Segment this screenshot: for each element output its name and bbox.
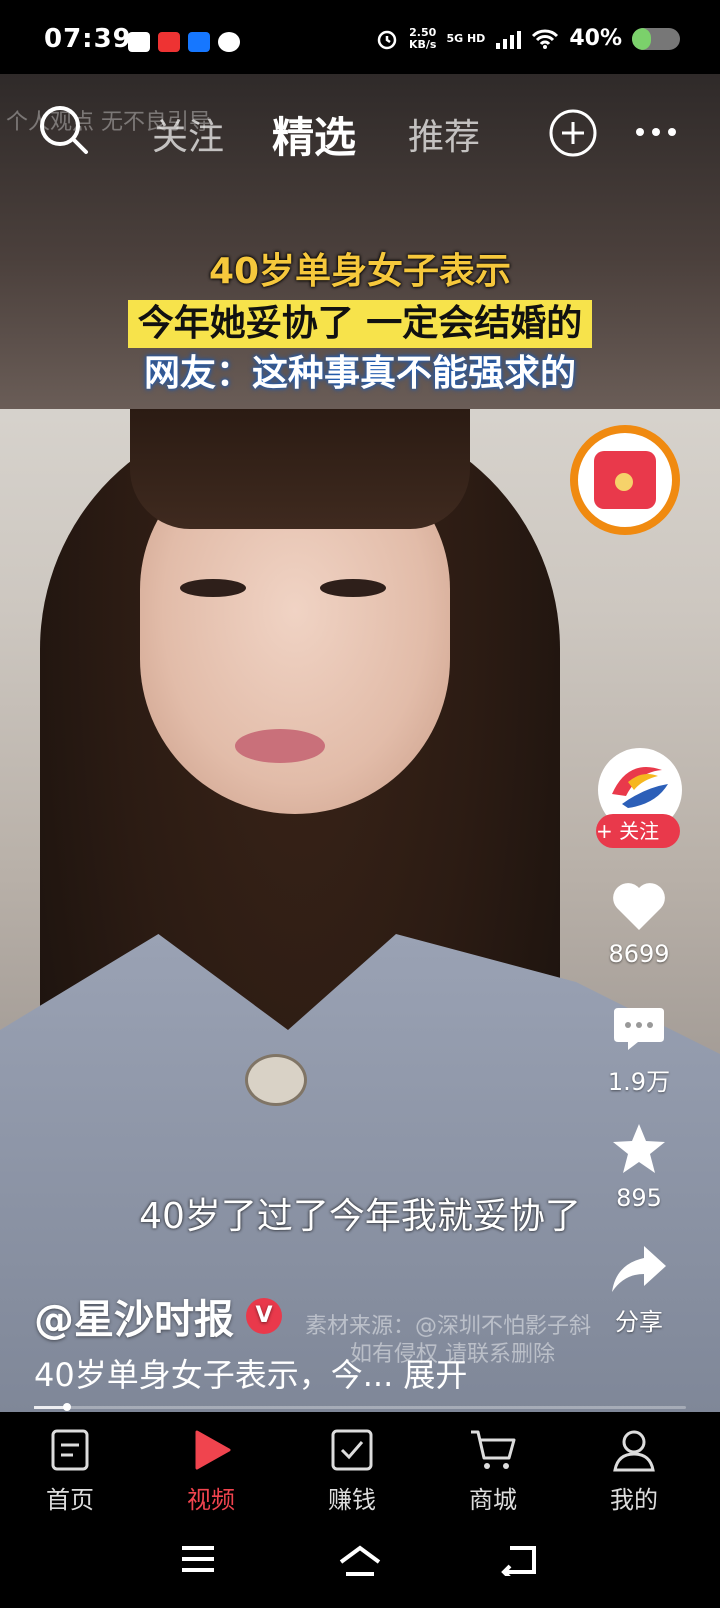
headline-text-1: 40岁单身女子表示 bbox=[208, 251, 512, 292]
status-bar: 07:39 2.50 KB/s 5G HD 40% bbox=[0, 0, 720, 74]
tab-video-label: 视频 bbox=[187, 1486, 235, 1514]
person-icon bbox=[613, 1430, 655, 1472]
tab-home-label: 首页 bbox=[46, 1486, 94, 1514]
net-speed: 2.50 KB/s bbox=[408, 25, 437, 51]
heart-icon bbox=[613, 883, 665, 930]
tab-mall[interactable]: 商城 bbox=[433, 1428, 553, 1515]
video-scene-eye-left bbox=[180, 579, 246, 597]
checkbox-icon bbox=[331, 1429, 373, 1471]
headline-line-1: 40岁单身女子表示 bbox=[0, 248, 720, 296]
status-time: 07:39 bbox=[44, 24, 132, 54]
like-count: 8699 bbox=[608, 940, 670, 968]
headline-line-2: 今年她妥协了 一定会结婚的 bbox=[0, 300, 720, 348]
battery-icon bbox=[632, 27, 680, 50]
expand-link[interactable]: 展开 bbox=[403, 1356, 467, 1394]
add-icon[interactable] bbox=[548, 108, 598, 158]
alipay-app-icon bbox=[188, 32, 210, 52]
bottom-tab-bar: 首页 视频 赚钱 商城 我的 bbox=[0, 1412, 720, 1522]
progress-fill bbox=[34, 1406, 67, 1409]
home-icon[interactable] bbox=[338, 1544, 382, 1578]
message-icon bbox=[218, 32, 240, 52]
network-type: 5G HD bbox=[446, 31, 486, 45]
back-icon[interactable] bbox=[500, 1544, 538, 1576]
status-right: 2.50 KB/s 5G HD 40% bbox=[375, 26, 680, 51]
more-icon[interactable] bbox=[634, 126, 678, 138]
tab-home[interactable]: 首页 bbox=[10, 1428, 130, 1515]
tab-recommend[interactable]: 推荐 bbox=[408, 108, 480, 160]
progress-knob[interactable] bbox=[62, 1403, 71, 1411]
play-icon bbox=[195, 1430, 231, 1470]
search-icon[interactable] bbox=[38, 104, 90, 156]
tab-me-label: 我的 bbox=[610, 1486, 658, 1514]
video-scene-bangs bbox=[130, 409, 470, 529]
tab-mall-label: 商城 bbox=[469, 1486, 517, 1514]
verified-badge-icon: V bbox=[246, 1298, 282, 1334]
menu-icon[interactable] bbox=[180, 1544, 216, 1574]
tab-video[interactable]: 视频 bbox=[151, 1428, 271, 1515]
share-icon bbox=[612, 1246, 666, 1292]
notification-icons bbox=[128, 32, 240, 52]
red-envelope-icon bbox=[594, 451, 656, 509]
headline-line-3: 网友：这种事真不能强求的 bbox=[0, 350, 720, 398]
video-scene-button bbox=[245, 1054, 307, 1106]
toutiao-app-icon bbox=[158, 32, 180, 52]
comment-button[interactable]: 1.9万 bbox=[596, 1004, 682, 1097]
battery-fill bbox=[632, 27, 652, 50]
tab-me[interactable]: 我的 bbox=[574, 1428, 694, 1515]
share-label: 分享 bbox=[615, 1308, 663, 1336]
description-text: 40岁单身女子表示，今... bbox=[34, 1356, 394, 1394]
star-icon bbox=[613, 1124, 665, 1173]
follow-button[interactable]: + 关注 bbox=[596, 814, 680, 848]
comment-count: 1.9万 bbox=[607, 1068, 671, 1096]
comment-icon bbox=[614, 1008, 664, 1050]
battery-percent: 40% bbox=[569, 26, 622, 51]
tab-featured[interactable]: 精选 bbox=[272, 104, 356, 165]
red-packet-button[interactable] bbox=[570, 425, 680, 535]
author-name-text: @星沙时报 bbox=[34, 1297, 234, 1343]
system-nav-bar bbox=[0, 1522, 720, 1608]
video-scene-eye-right bbox=[320, 579, 386, 597]
video-progress-bar[interactable] bbox=[34, 1403, 686, 1411]
net-speed-value: 2.50 bbox=[409, 25, 437, 39]
tab-earn-label: 赚钱 bbox=[328, 1486, 376, 1514]
source-note-line-1: 素材来源：@深圳不怕影子斜 bbox=[305, 1314, 592, 1339]
video-subtitle: 40岁了过了今年我就妥协了 bbox=[139, 1196, 581, 1237]
wifi-icon bbox=[532, 29, 559, 49]
author-name[interactable]: @星沙时报 V bbox=[34, 1287, 282, 1345]
net-speed-unit: KB/s bbox=[408, 37, 437, 51]
share-button[interactable]: 分享 bbox=[596, 1244, 682, 1337]
headline-text-2: 今年她妥协了 一定会结婚的 bbox=[127, 300, 593, 348]
signal-icon bbox=[496, 30, 522, 49]
cart-icon bbox=[471, 1430, 516, 1469]
video-scene-mouth bbox=[235, 729, 325, 763]
tab-earn[interactable]: 赚钱 bbox=[292, 1428, 412, 1515]
like-button[interactable]: 8699 bbox=[596, 880, 682, 968]
tab-follow[interactable]: 关注 bbox=[152, 108, 224, 160]
headline-text-3: 网友：这种事真不能强求的 bbox=[143, 353, 576, 394]
video-description[interactable]: 40岁单身女子表示，今... 展开 bbox=[34, 1350, 467, 1396]
notification-app-icon bbox=[128, 32, 150, 52]
home-doc-icon bbox=[51, 1429, 89, 1471]
alarm-icon bbox=[377, 30, 397, 49]
